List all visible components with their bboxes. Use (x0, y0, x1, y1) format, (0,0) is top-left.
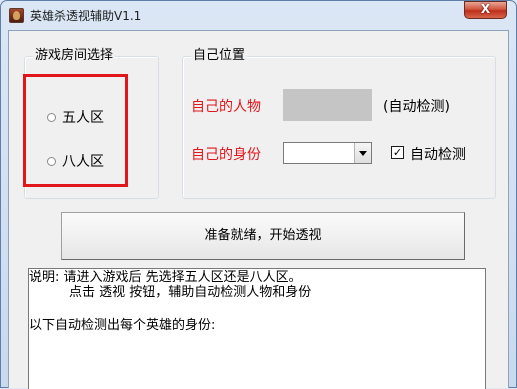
self-identity-label: 自己的身份 (191, 147, 261, 163)
close-button[interactable]: X (464, 1, 507, 19)
self-character-display (283, 89, 372, 121)
self-position-group-label: 自己位置 (191, 48, 248, 64)
self-character-label: 自己的人物 (191, 99, 261, 115)
info-line-2: 点击 透视 按钮，辅助自动检测人物和身份 (69, 285, 312, 300)
auto-detect-checkbox-label[interactable]: 自动检测 (410, 144, 466, 164)
window-title: 英雄杀透视辅助V1.1 (30, 9, 142, 23)
room-select-group-label: 游戏房间选择 (33, 48, 116, 64)
auto-detect-checkbox[interactable]: ✓ (391, 146, 404, 159)
auto-detect-note: (自动检测) (383, 99, 450, 115)
red-highlight-box (23, 74, 128, 187)
self-position-group: 自己位置 (182, 48, 496, 199)
identity-dropdown[interactable] (283, 142, 372, 164)
client-area: 游戏房间选择 五人区 八人区 自己位置 自己的人物 (自动检测) 自己的身份 ✓… (8, 30, 509, 389)
info-textarea[interactable]: 说明: 请进入游戏后 先选择五人区还是八人区。 点击 透视 按钮，辅助自动检测人… (28, 268, 486, 389)
app-window: 英雄杀透视辅助V1.1 X 游戏房间选择 五人区 八人区 自己位置 自己的人物 … (0, 0, 517, 389)
start-button[interactable]: 准备就绪，开始透视 (61, 212, 465, 260)
title-bar[interactable]: 英雄杀透视辅助V1.1 X (0, 0, 517, 30)
info-line-3: 以下自动检测出每个英雄的身份: (29, 318, 216, 333)
chevron-down-icon[interactable] (354, 143, 371, 163)
app-icon (9, 8, 24, 23)
info-line-1: 说明: 请进入游戏后 先选择五人区还是八人区。 (29, 270, 302, 285)
